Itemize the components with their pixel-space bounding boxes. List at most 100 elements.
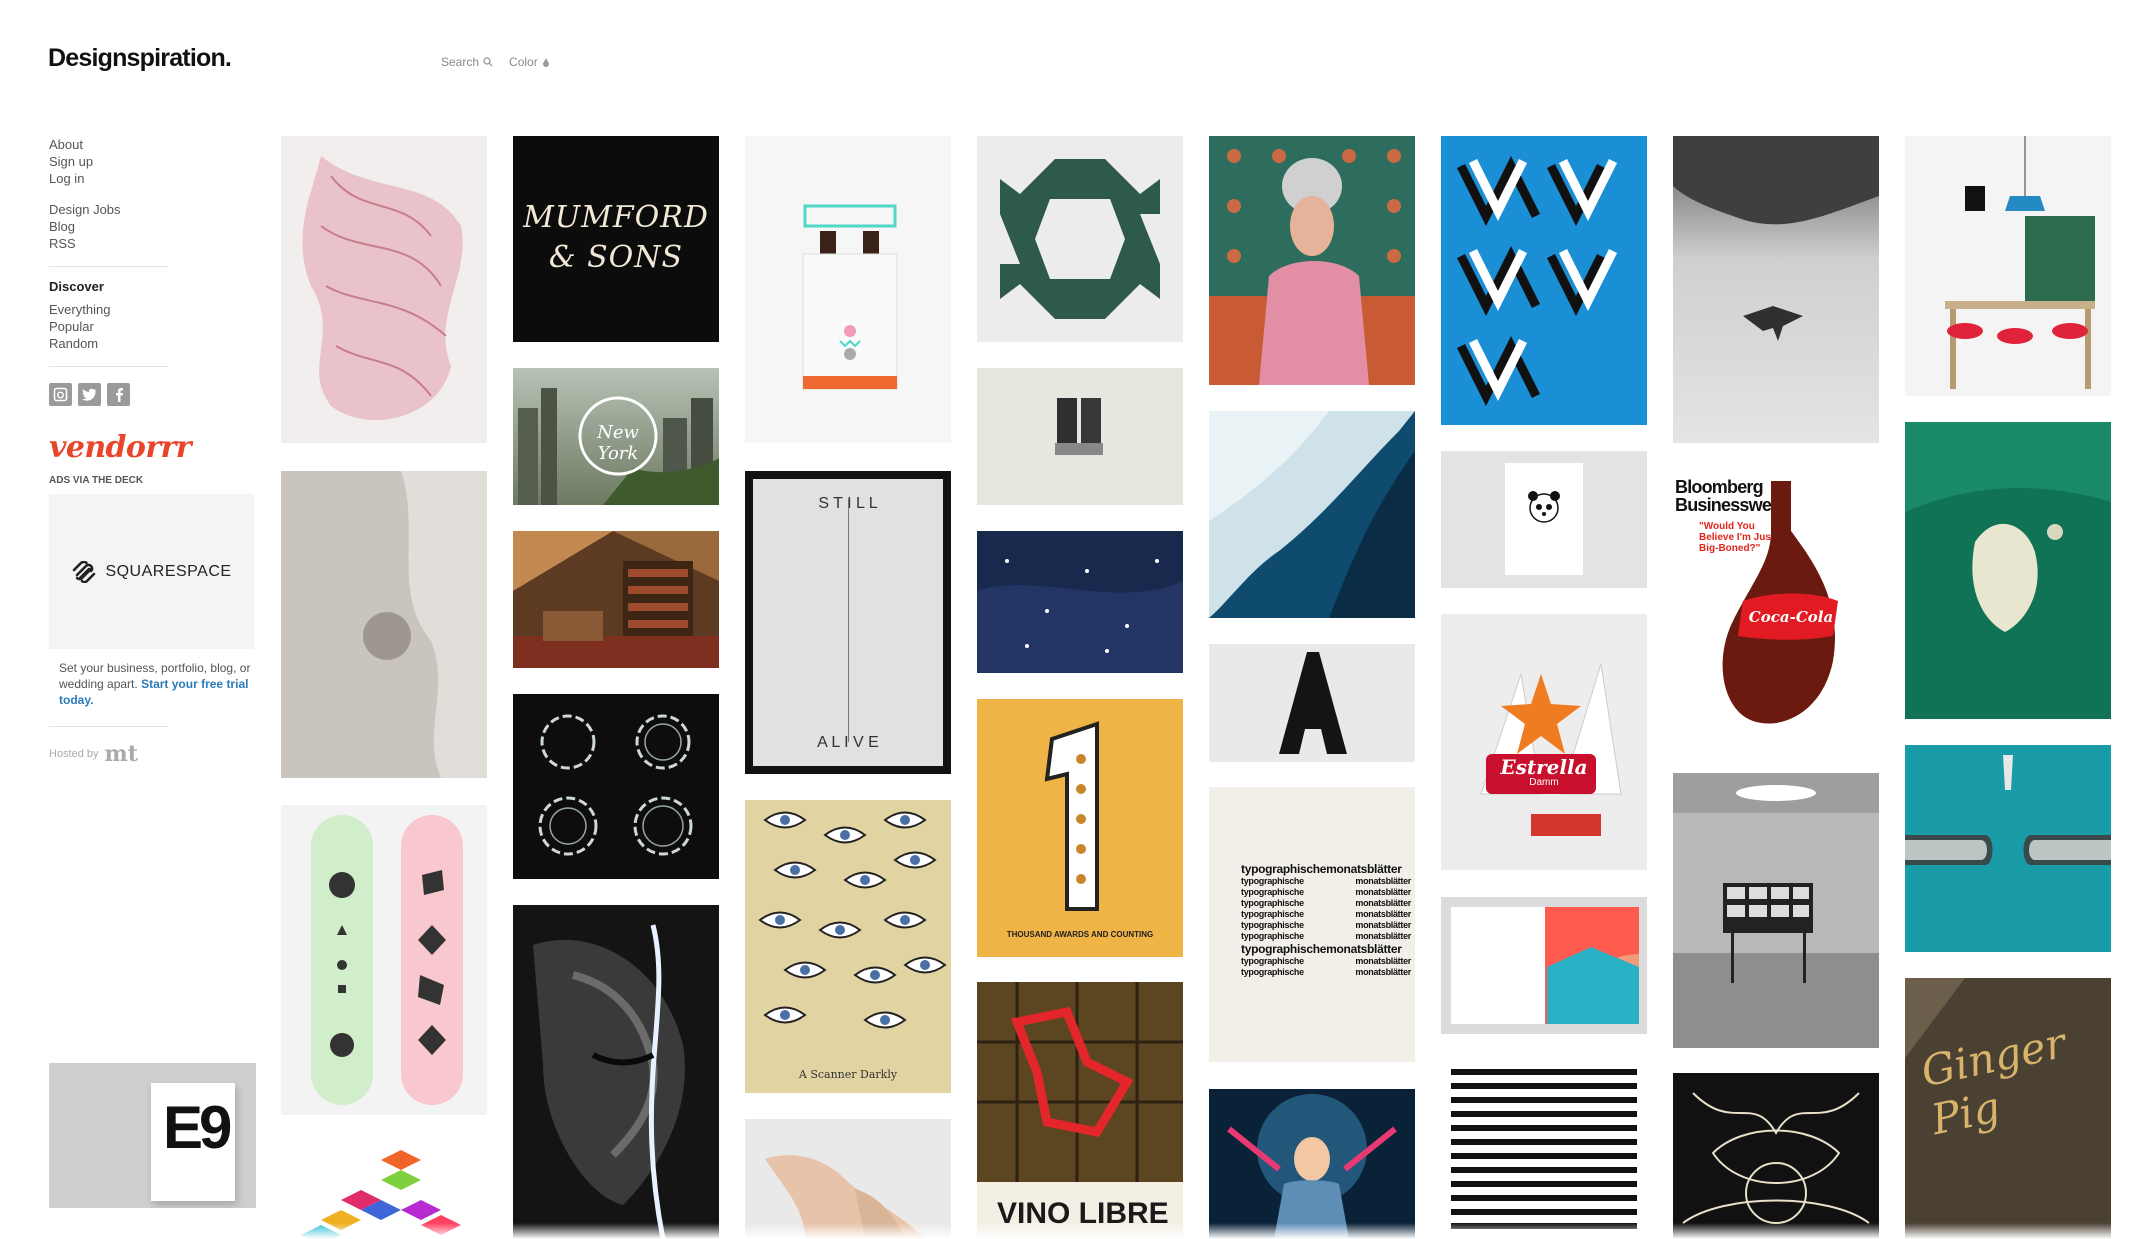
book-cover: E9	[151, 1083, 235, 1201]
grid-image-sculpture[interactable]	[745, 1119, 951, 1239]
grid-image-letter-a[interactable]	[1209, 644, 1415, 762]
samus-illustration	[1227, 1094, 1397, 1239]
typo-row: typographische monatsblätter	[1241, 931, 1411, 942]
typo-a: typographische	[1241, 920, 1304, 930]
grid-image-blue-poster[interactable]	[1441, 136, 1647, 425]
social-links	[49, 383, 254, 406]
coca-cola-label: Coca-Cola	[1748, 608, 1834, 626]
site-logo-dot: .	[224, 44, 232, 72]
cabin-interior	[513, 531, 719, 668]
divider	[49, 266, 169, 267]
poster-line	[848, 499, 849, 742]
geometric-star	[1000, 159, 1160, 319]
typo-a: typographische	[1241, 931, 1304, 941]
grid-image-one-thousand-awards[interactable]: THOUSAND AWARDS AND COUNTING	[977, 699, 1183, 957]
typo-row: typographische monatsblätter	[1241, 898, 1411, 909]
scanner-title: A Scanner Darkly	[798, 1068, 898, 1081]
search-link[interactable]: Search	[441, 55, 493, 69]
discover-link-everything[interactable]: Everything	[49, 301, 254, 318]
twitter-icon[interactable]	[78, 383, 101, 406]
grid-image-shark[interactable]	[1673, 136, 1879, 443]
typo-a: typographische	[1241, 967, 1304, 977]
site-logo[interactable]: Designspiration.	[48, 44, 232, 73]
grid-image-metroid-samus[interactable]	[1209, 1089, 1415, 1239]
grid-image-snowboards[interactable]	[281, 805, 487, 1115]
typo-b: monatsblätter	[1355, 887, 1411, 897]
snowboard-pink	[401, 815, 463, 1105]
sidebar-link-blog[interactable]: Blog	[49, 218, 254, 235]
host-logo: mt	[104, 741, 138, 767]
grid-image-hands[interactable]	[281, 136, 487, 443]
star-pillows	[977, 559, 1183, 673]
awards-poster	[1044, 721, 1099, 911]
sidebar-link-design-jobs[interactable]: Design Jobs	[49, 201, 254, 218]
grid-image-underwater[interactable]	[1905, 422, 2111, 719]
grid-image-concrete[interactable]	[281, 471, 487, 778]
grid-image-night-pillows[interactable]	[977, 531, 1183, 673]
sidebar-link-rss[interactable]: RSS	[49, 235, 254, 252]
discover-link-random[interactable]: Random	[49, 335, 254, 352]
grid-image-mumford-sons[interactable]: MUMFORD & SONS	[513, 136, 719, 342]
grid-image-typography-poster[interactable]: typographische monatsblätter typographisc…	[1209, 787, 1415, 1062]
vino-libre-title: VINO LIBRE	[997, 1197, 1169, 1230]
grid-image-estrella-damm[interactable]: Estrella Damm	[1441, 614, 1647, 870]
dining-room	[1945, 136, 2095, 389]
grid-image-dining-table[interactable]	[1905, 136, 2111, 396]
vendorrr-logo[interactable]: vendorrr	[49, 430, 254, 465]
sidebar-link-about[interactable]: About	[49, 136, 254, 153]
new-york-title: New York	[597, 422, 639, 464]
grid-image-gallery-room[interactable]	[1673, 773, 1879, 1048]
typo-b: monatsblätter	[1355, 909, 1411, 919]
sidebar-thumbnail[interactable]: E9	[49, 1063, 256, 1208]
estrella-scene	[1480, 663, 1622, 836]
grid-image-geometric-star[interactable]	[977, 136, 1183, 342]
ads-via-label: ADS VIA THE DECK	[49, 475, 144, 486]
grid-image-legs-above[interactable]	[977, 368, 1183, 505]
panda-paper	[1505, 463, 1583, 575]
typo-b: monatsblätter	[1355, 876, 1411, 886]
grid-image-cabin-interior[interactable]	[513, 531, 719, 668]
grid-image-ginger-pig[interactable]: Ginger Pig	[1905, 978, 2111, 1239]
portrait-painting	[1209, 149, 1415, 385]
grid-image-isometric-cubes[interactable]	[281, 1140, 487, 1239]
grid-image-tattoo-illustration[interactable]	[1673, 1073, 1879, 1239]
grid-image-vino-libre[interactable]: VINO LIBRE	[977, 982, 1183, 1239]
typo-b: monatsblätter	[1355, 967, 1411, 977]
typo-a: typographische	[1241, 887, 1304, 897]
grid-image-book-spread[interactable]	[1441, 897, 1647, 1034]
awards-caption: THOUSAND AWARDS AND COUNTING	[1006, 930, 1154, 939]
color-link[interactable]: Color	[509, 55, 550, 69]
dark-face-render	[513, 905, 719, 1239]
site-logo-text: Designspiration	[48, 44, 226, 72]
discover-link-popular[interactable]: Popular	[49, 318, 254, 335]
instagram-icon[interactable]	[49, 383, 72, 406]
ad-banner[interactable]: SQUARESPACE	[49, 494, 254, 649]
typo-row: typographische monatsblätter	[1241, 876, 1411, 887]
typo-b: monatsblätter	[1355, 931, 1411, 941]
sidebar-link-signup[interactable]: Sign up	[49, 153, 254, 170]
typo-line: typographischemonatsblätter	[1241, 942, 1402, 956]
blue-geometric-poster	[1456, 155, 1618, 407]
typo-poster-text: typographische monatsblätter typographisc…	[1241, 862, 1411, 978]
poster-paper: S T I L L A L I V E	[753, 479, 943, 766]
grid-image-panda-poster[interactable]	[1441, 451, 1647, 588]
grid-image-bloomberg-cover[interactable]: Bloomberg Businessweek "Would You Believ…	[1673, 471, 1879, 741]
grid-image-still-alive-poster[interactable]: S T I L L A L I V E	[745, 471, 951, 774]
grid-image-beer-pack[interactable]	[745, 136, 951, 443]
grid-image-boat-canal[interactable]	[1905, 745, 2111, 952]
grid-image-portrait-painting[interactable]	[1209, 136, 1415, 385]
hosted-by[interactable]: Hosted by mt	[49, 741, 254, 767]
grid-image-circular-glyphs[interactable]	[513, 694, 719, 879]
underwater-figure	[1905, 422, 2111, 719]
grid-image-ice-coast[interactable]	[1209, 411, 1415, 618]
estrella-title: Estrella	[1500, 755, 1588, 779]
facebook-icon[interactable]	[107, 383, 130, 406]
grid-image-stripes[interactable]	[1441, 1059, 1647, 1239]
discover-heading: Discover	[49, 279, 104, 294]
circular-glyphs	[538, 714, 693, 856]
grid-image-new-york[interactable]: New York	[513, 368, 719, 505]
grid-image-scanner-darkly[interactable]: A Scanner Darkly	[745, 800, 951, 1093]
ice-coast-aerial	[1209, 411, 1415, 618]
sidebar-link-login[interactable]: Log in	[49, 170, 254, 187]
grid-image-dark-face[interactable]	[513, 905, 719, 1239]
